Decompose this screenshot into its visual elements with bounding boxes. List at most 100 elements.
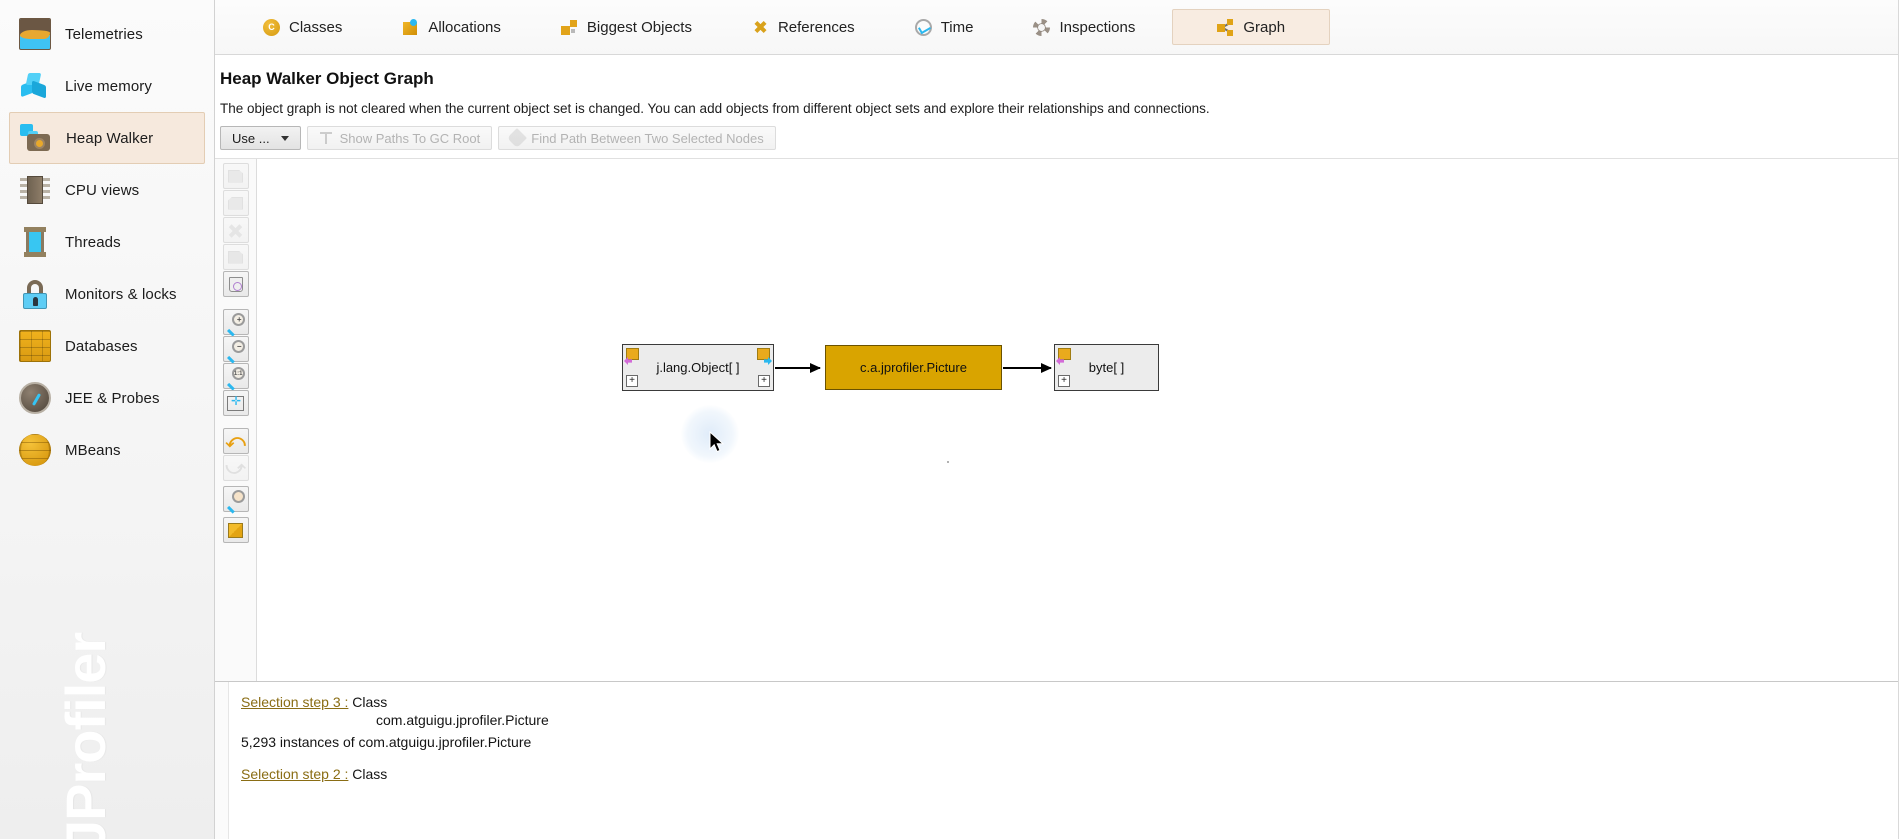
- undo-icon[interactable]: ⤺: [222, 428, 249, 454]
- expand-incoming-button[interactable]: +: [626, 375, 638, 387]
- selection-steps-panel: Selection step 3 : Class com.atguigu.jpr…: [215, 681, 1899, 839]
- anchor-icon: [319, 131, 333, 145]
- classes-icon: C: [263, 18, 280, 36]
- graph-canvas[interactable]: + + j.lang.Object[ ] c.a.jprofiler.Pictu…: [257, 159, 1899, 681]
- selection-step-2-link[interactable]: Selection step 2 :: [241, 766, 348, 782]
- tab-label: Biggest Objects: [586, 18, 692, 36]
- sidebar-item-telemetries[interactable]: Telemetries: [9, 8, 205, 60]
- graph-toolbar: Use ... Show Paths To GC Root Find Path …: [220, 126, 1899, 150]
- sidebar-item-label: Databases: [65, 337, 138, 355]
- tab-label: Graph: [1243, 18, 1286, 36]
- show-paths-to-gc-root-button[interactable]: Show Paths To GC Root: [306, 126, 493, 150]
- graph-node-label: byte[ ]: [1088, 360, 1125, 375]
- sidebar-item-label: JEE & Probes: [65, 389, 160, 407]
- references-icon: [752, 19, 769, 36]
- tab-graph[interactable]: Graph: [1172, 9, 1331, 45]
- graph-icon: [1217, 18, 1234, 36]
- monitors-locks-icon: [19, 278, 51, 310]
- sidebar-item-label: Monitors & locks: [65, 285, 177, 303]
- remove-selected-nodes-icon[interactable]: [222, 217, 249, 243]
- zoom-out-icon[interactable]: −: [222, 336, 249, 364]
- cpu-views-icon: [19, 174, 51, 206]
- tab-biggest-objects[interactable]: Biggest Objects: [538, 9, 715, 45]
- page-title: Heap Walker Object Graph: [220, 69, 434, 88]
- allocations-icon: [402, 18, 419, 36]
- graph-edge: [775, 363, 821, 373]
- sidebar-item-label: Telemetries: [65, 25, 143, 43]
- tab-allocations[interactable]: Allocations: [379, 9, 524, 45]
- jprofiler-window: Telemetries Live memory Heap Walker CPU …: [0, 0, 1899, 839]
- sidebar-item-jee-probes[interactable]: JEE & Probes: [9, 372, 205, 424]
- selection-step-2-kind: Class: [352, 766, 388, 782]
- sidebar-item-label: MBeans: [65, 441, 121, 459]
- graph-node-object-array[interactable]: + + j.lang.Object[ ]: [622, 344, 774, 391]
- sidebar-item-monitors-locks[interactable]: Monitors & locks: [9, 268, 205, 320]
- find-icon[interactable]: [222, 486, 249, 514]
- canvas-dot: [947, 461, 949, 463]
- show-paths-label: Show Paths To GC Root: [339, 130, 481, 146]
- graph-vertical-toolbar: + − 1:1 ⤺ ⤻: [215, 159, 257, 681]
- show-outgoing-references-icon[interactable]: [222, 190, 249, 216]
- jprofiler-watermark: JProfiler: [54, 632, 117, 839]
- main-panel: C Classes Allocations Biggest Objects Re…: [215, 0, 1899, 839]
- graph-node-picture[interactable]: c.a.jprofiler.Picture: [825, 345, 1002, 390]
- sidebar-item-label: Live memory: [65, 77, 152, 95]
- zoom-in-icon[interactable]: +: [222, 309, 249, 337]
- remove-unconnected-nodes-icon[interactable]: [222, 244, 249, 270]
- tab-classes[interactable]: C Classes: [240, 9, 365, 45]
- use-dropdown-button[interactable]: Use ...: [220, 126, 301, 150]
- fit-to-window-icon[interactable]: [222, 390, 249, 416]
- view-tabbar: C Classes Allocations Biggest Objects Re…: [215, 0, 1899, 55]
- sidebar-item-label: Threads: [65, 233, 121, 251]
- graph-node-byte-array[interactable]: + byte[ ]: [1054, 344, 1159, 391]
- find-path-label: Find Path Between Two Selected Nodes: [531, 130, 764, 146]
- selection-step-2-row: Selection step 2 : Class: [241, 766, 1899, 782]
- redo-icon[interactable]: ⤻: [222, 455, 249, 481]
- live-memory-icon: [19, 70, 51, 102]
- sidebar-item-heap-walker[interactable]: Heap Walker: [9, 112, 205, 164]
- selection-steps-body[interactable]: Selection step 3 : Class com.atguigu.jpr…: [229, 682, 1899, 839]
- use-dropdown-label: Use ...: [232, 130, 270, 146]
- selection-step-3-kind: Class: [352, 694, 388, 710]
- heap-walker-icon: [20, 122, 52, 154]
- graph-edge: [1003, 363, 1052, 373]
- tab-label: Inspections: [1059, 18, 1136, 36]
- databases-icon: [19, 330, 51, 362]
- tab-inspections[interactable]: Inspections: [1010, 9, 1158, 45]
- view-header: Heap Walker Object Graph The object grap…: [215, 55, 1899, 150]
- selection-step-3-class: com.atguigu.jprofiler.Picture: [376, 712, 549, 728]
- tab-references[interactable]: References: [729, 9, 878, 45]
- find-path-between-nodes-button[interactable]: Find Path Between Two Selected Nodes: [498, 126, 776, 150]
- chevron-down-icon: [280, 135, 289, 141]
- sidebar: Telemetries Live memory Heap Walker CPU …: [0, 0, 215, 839]
- inspections-icon: [1033, 18, 1051, 36]
- show-incoming-references-icon[interactable]: [222, 163, 249, 189]
- selection-step-3-count: 5,293 instances of com.atguigu.jprofiler…: [241, 734, 532, 750]
- expand-outgoing-button[interactable]: +: [758, 375, 770, 387]
- tab-time[interactable]: Time: [892, 9, 997, 45]
- jee-probes-icon: [19, 382, 51, 414]
- tab-label: References: [777, 18, 855, 36]
- mbeans-icon: [19, 434, 51, 466]
- graph-node-label: c.a.jprofiler.Picture: [860, 360, 967, 375]
- sidebar-item-databases[interactable]: Databases: [9, 320, 205, 372]
- sidebar-item-live-memory[interactable]: Live memory: [9, 60, 205, 112]
- sidebar-item-mbeans[interactable]: MBeans: [9, 424, 205, 476]
- graph-area: + − 1:1 ⤺ ⤻: [215, 158, 1899, 681]
- pen-icon: [507, 128, 528, 148]
- biggest-objects-icon: [560, 19, 578, 36]
- sidebar-item-label: CPU views: [65, 181, 140, 199]
- expand-incoming-button[interactable]: +: [1058, 375, 1070, 387]
- threads-icon: [19, 226, 51, 258]
- export-icon[interactable]: [222, 517, 249, 543]
- graph-node-label: j.lang.Object[ ]: [656, 360, 740, 375]
- clear-graph-icon[interactable]: [222, 271, 249, 297]
- sidebar-item-cpu-views[interactable]: CPU views: [9, 164, 205, 216]
- zoom-reset-icon[interactable]: 1:1: [222, 363, 249, 391]
- tab-label: Allocations: [428, 18, 501, 36]
- panel-gutter: [215, 682, 229, 839]
- sidebar-item-label: Heap Walker: [66, 129, 154, 147]
- sidebar-item-threads[interactable]: Threads: [9, 216, 205, 268]
- telemetries-icon: [19, 18, 51, 50]
- selection-step-3-link[interactable]: Selection step 3 :: [241, 694, 348, 710]
